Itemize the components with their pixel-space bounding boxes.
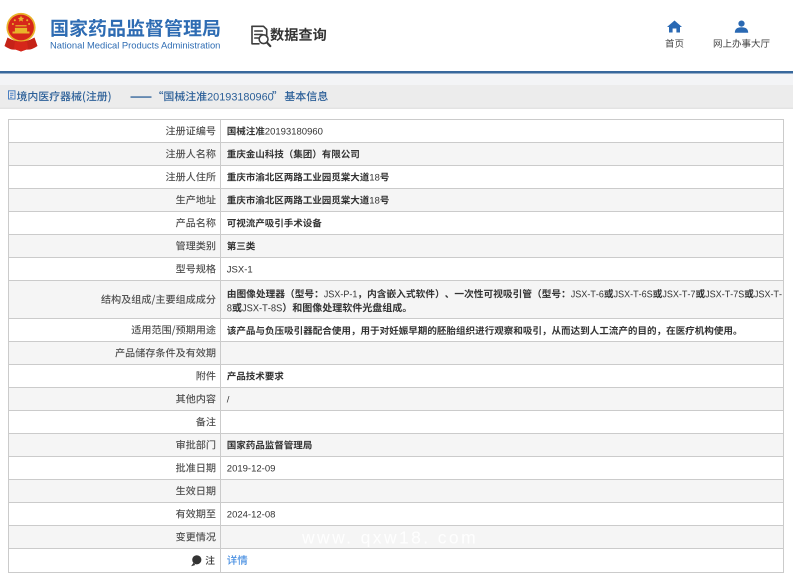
svg-text:National Medical Products Admi: National Medical Products Administration <box>50 40 220 51</box>
svg-text:/: / <box>227 395 230 406</box>
svg-text:20193180960: 20193180960 <box>207 91 274 103</box>
svg-text:2024-12-08: 2024-12-08 <box>227 510 276 521</box>
svg-text:www. qxw18. com: www. qxw18. com <box>301 528 478 548</box>
svg-text:2019-12-09: 2019-12-09 <box>227 464 276 475</box>
svg-text:JSX-1: JSX-1 <box>227 265 253 276</box>
